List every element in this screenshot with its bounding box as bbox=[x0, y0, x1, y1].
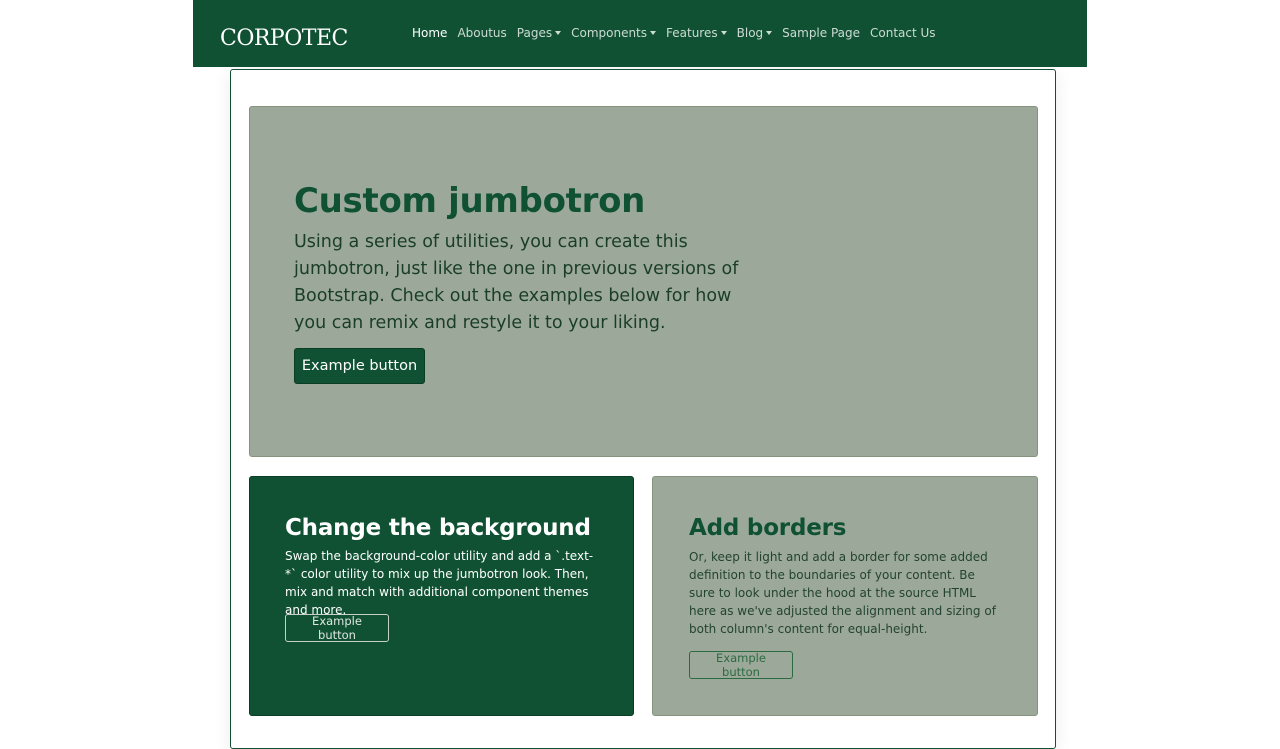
nav-link-label: Home bbox=[412, 26, 448, 40]
nav-link-sample-page[interactable]: Sample Page bbox=[782, 26, 860, 40]
top-navbar: CORPOTEC Home Aboutus Pages Components F… bbox=[193, 0, 1087, 67]
nav-link-aboutus[interactable]: Aboutus bbox=[457, 26, 506, 40]
caret-down-icon bbox=[720, 31, 727, 35]
nav-links: Home Aboutus Pages Components Features B… bbox=[412, 24, 946, 42]
nav-link-label: Sample Page bbox=[782, 26, 861, 40]
card-text: Or, keep it light and add a border for s… bbox=[689, 550, 996, 636]
nav-link-home[interactable]: Home bbox=[412, 26, 447, 40]
card-text: Swap the background-color utility and ad… bbox=[285, 549, 594, 617]
nav-link-features[interactable]: Features bbox=[666, 26, 727, 40]
jumbotron-text: Using a series of utilities, you can cre… bbox=[294, 232, 739, 333]
caret-down-icon bbox=[650, 31, 657, 35]
nav-link-label: Pages bbox=[516, 26, 553, 40]
nav-link-pages[interactable]: Pages bbox=[516, 26, 562, 40]
nav-link-label: Blog bbox=[736, 26, 764, 40]
nav-link-components[interactable]: Components bbox=[571, 26, 657, 40]
nav-link-label: Contact Us bbox=[870, 26, 936, 40]
caret-down-icon bbox=[766, 31, 773, 35]
card-example-button[interactable]: Example button bbox=[285, 614, 389, 642]
nav-link-label: Features bbox=[666, 26, 718, 40]
nav-link-contact-us[interactable]: Contact Us bbox=[870, 26, 936, 40]
card-title: Add borders bbox=[689, 515, 847, 541]
jumbotron-example-button[interactable]: Example button bbox=[294, 348, 425, 384]
brand-logo[interactable]: CORPOTEC bbox=[220, 24, 348, 54]
jumbotron-title: Custom jumbotron bbox=[294, 181, 646, 221]
card-example-button[interactable]: Example button bbox=[689, 651, 793, 679]
nav-link-blog[interactable]: Blog bbox=[737, 26, 773, 40]
nav-link-label: Components bbox=[571, 26, 648, 40]
caret-down-icon bbox=[555, 31, 562, 35]
nav-link-label: Aboutus bbox=[457, 26, 507, 40]
card-title: Change the background bbox=[285, 515, 591, 541]
